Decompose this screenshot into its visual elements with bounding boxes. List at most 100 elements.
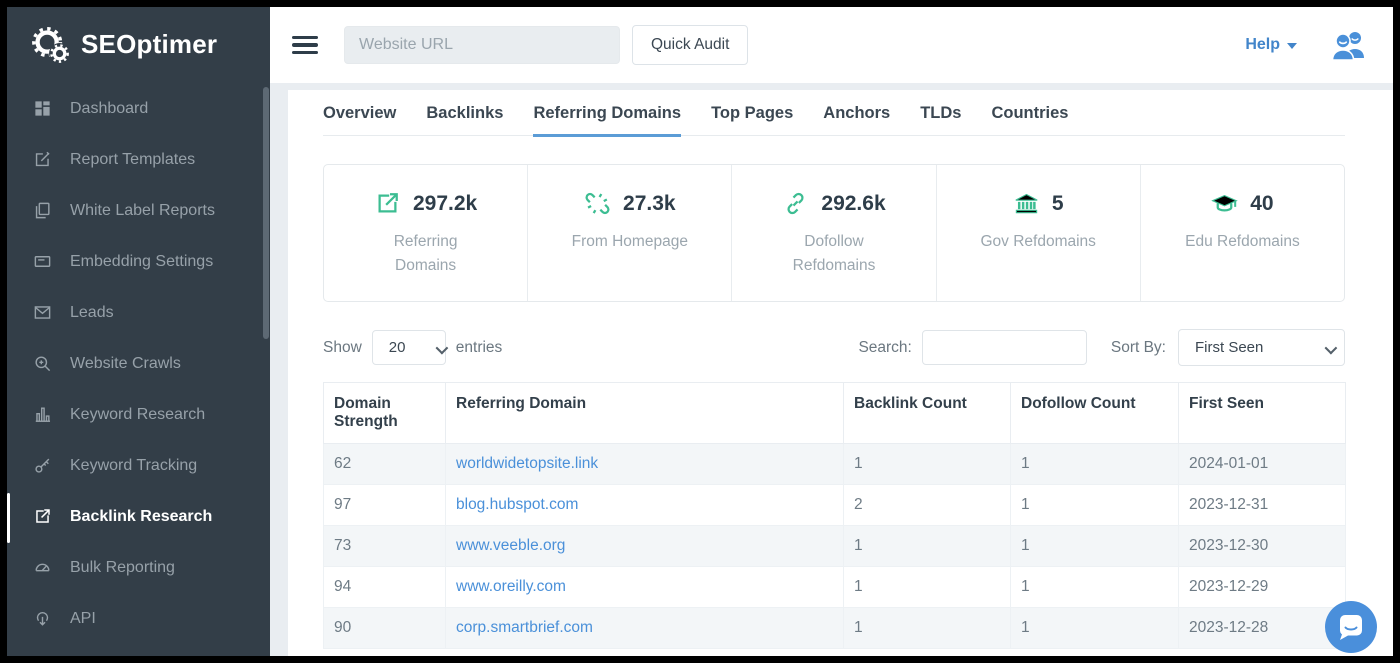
topbar-divider [288, 83, 1393, 90]
active-item-indicator [7, 493, 10, 543]
cell-dofollow-count: 1 [1011, 567, 1179, 608]
table-row: 90 corp.smartbrief.com 1 1 2023-12-28 [324, 608, 1346, 649]
referring-domain-link[interactable]: www.oreilly.com [456, 578, 566, 595]
sidebar-item-label: Bulk Reporting [70, 559, 175, 577]
sidebar-item[interactable]: Leads [7, 287, 270, 338]
table-controls: Show 20 entries Search: Sort By: First S… [323, 329, 1345, 366]
stat-value: 27.3k [623, 192, 676, 216]
referring-domain-link[interactable]: blog.hubspot.com [456, 496, 578, 513]
column-header-first-seen[interactable]: First Seen [1179, 383, 1346, 444]
tab[interactable]: Countries [991, 104, 1068, 137]
seoptimer-gear-icon [29, 23, 71, 65]
sidebar-item-label: Dashboard [70, 100, 148, 118]
tab[interactable]: Anchors [823, 104, 890, 137]
cell-referring-domain: worldwidetopsite.link [446, 444, 844, 485]
entries-select[interactable]: 20 [372, 330, 446, 365]
column-header-domain-strength[interactable]: Domain Strength [324, 383, 446, 444]
sidebar-item[interactable]: Keyword Research [7, 389, 270, 440]
table-row: 62 worldwidetopsite.link 1 1 2024-01-01 [324, 444, 1346, 485]
stat-value: 40 [1250, 192, 1273, 216]
referring-domains-table: Domain Strength Referring Domain Backlin… [323, 382, 1346, 649]
sidebar-item-label: Report Templates [70, 151, 195, 169]
stat-value: 297.2k [413, 192, 477, 216]
sidebar-item[interactable]: White Label Reports [7, 185, 270, 236]
cell-first-seen: 2024-01-01 [1179, 444, 1346, 485]
tab-label: Countries [991, 104, 1068, 122]
quick-audit-button[interactable]: Quick Audit [632, 25, 748, 65]
referring-domain-link[interactable]: corp.smartbrief.com [456, 619, 593, 636]
table-row: 94 www.oreilly.com 1 1 2023-12-29 [324, 567, 1346, 608]
menu-toggle-icon[interactable] [292, 36, 318, 55]
keyword-research-icon [33, 405, 52, 424]
cell-referring-domain: www.veeble.org [446, 526, 844, 567]
sidebar-item[interactable]: Website Crawls [7, 338, 270, 389]
sort-by-label: Sort By: [1111, 339, 1166, 357]
sort-by-select[interactable]: First Seen [1178, 329, 1345, 366]
stat-label: Dofollow Refdomains [775, 230, 893, 278]
cell-first-seen: 2023-12-28 [1179, 608, 1346, 649]
backlink-research-icon [33, 507, 52, 526]
sidebar-item[interactable]: Bulk Reporting [7, 542, 270, 593]
tab-label: Overview [323, 104, 396, 122]
gov-refdomains-icon [1013, 190, 1040, 217]
column-header-dofollow-count[interactable]: Dofollow Count [1011, 383, 1179, 444]
sidebar-item-label: Leads [70, 304, 114, 322]
report-templates-icon [33, 150, 52, 169]
dashboard-icon [33, 99, 52, 118]
cell-domain-strength: 62 [324, 444, 446, 485]
cell-referring-domain: blog.hubspot.com [446, 485, 844, 526]
sidebar-item[interactable]: Embedding Settings [7, 236, 270, 287]
sidebar-item-label: Embedding Settings [70, 253, 213, 271]
tab-label: Backlinks [426, 104, 503, 122]
sidebar-scrollbar[interactable] [263, 87, 269, 339]
sort-group: Sort By: First Seen [1111, 329, 1345, 366]
api-icon [33, 609, 52, 628]
search-group: Search: [858, 330, 1086, 365]
tab-label: Anchors [823, 104, 890, 122]
embedding-settings-icon [33, 252, 52, 271]
cell-backlink-count: 1 [844, 567, 1011, 608]
stat-card: 292.6k Dofollow Refdomains [732, 165, 936, 301]
table-header-row: Domain Strength Referring Domain Backlin… [324, 383, 1346, 444]
tab-label: TLDs [920, 104, 961, 122]
tab[interactable]: Backlinks [426, 104, 503, 137]
sidebar-item[interactable]: Dashboard [7, 83, 270, 134]
website-url-input[interactable] [344, 26, 620, 64]
sidebar-item-label: Keyword Research [70, 406, 205, 424]
sort-amount-down-icon [1319, 397, 1335, 413]
cell-referring-domain: corp.smartbrief.com [446, 608, 844, 649]
column-header-backlink-count[interactable]: Backlink Count [844, 383, 1011, 444]
leads-icon [33, 303, 52, 322]
sidebar-item[interactable]: Backlink Research [7, 491, 270, 542]
stat-label: Gov Refdomains [979, 230, 1097, 254]
account-users-icon[interactable] [1331, 29, 1367, 61]
entries-label: entries [456, 339, 503, 357]
sidebar-item-label: White Label Reports [70, 202, 215, 220]
sidebar-item-label: Backlink Research [70, 508, 212, 526]
stat-value: 292.6k [821, 192, 885, 216]
app-logo[interactable]: SEOptimer [7, 7, 270, 65]
tab[interactable]: Referring Domains [533, 104, 681, 137]
help-menu[interactable]: Help [1245, 36, 1297, 54]
show-label: Show [323, 339, 362, 357]
help-label: Help [1245, 36, 1280, 54]
referring-domain-link[interactable]: worldwidetopsite.link [456, 455, 598, 472]
sidebar-item[interactable]: API [7, 593, 270, 644]
sidebar-item[interactable]: Keyword Tracking [7, 440, 270, 491]
cell-backlink-count: 1 [844, 526, 1011, 567]
column-header-referring-domain[interactable]: Referring Domain [446, 383, 844, 444]
referring-domain-link[interactable]: www.veeble.org [456, 537, 565, 554]
stat-label: From Homepage [571, 230, 689, 254]
tab[interactable]: Overview [323, 104, 396, 137]
tab[interactable]: Top Pages [711, 104, 793, 137]
table-row: 97 blog.hubspot.com 2 1 2023-12-31 [324, 485, 1346, 526]
tab[interactable]: TLDs [920, 104, 961, 137]
cell-first-seen: 2023-12-29 [1179, 567, 1346, 608]
stat-card: 27.3k From Homepage [528, 165, 732, 301]
chat-widget-button[interactable] [1325, 601, 1377, 653]
search-input[interactable] [922, 330, 1087, 365]
cell-domain-strength: 90 [324, 608, 446, 649]
sidebar-item[interactable]: Report Templates [7, 134, 270, 185]
main-content: Overview Backlinks Referring Domains Top… [288, 90, 1393, 656]
cell-dofollow-count: 1 [1011, 526, 1179, 567]
